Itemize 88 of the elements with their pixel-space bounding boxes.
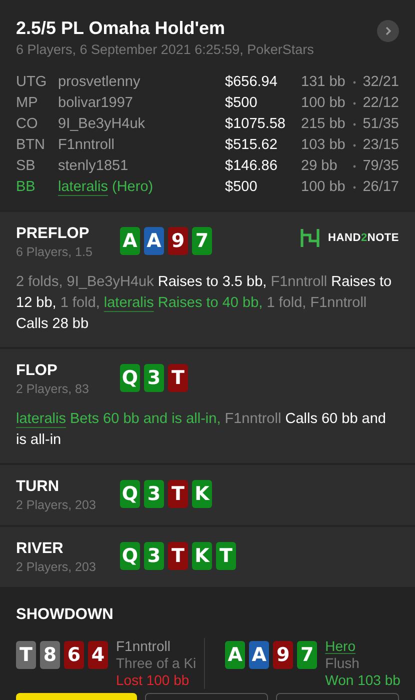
stack-amount: $515.62	[225, 136, 278, 155]
action-button[interactable]	[276, 693, 399, 700]
hand-subtitle: 6 Players, 6 September 2021 6:25:59, PokerStars	[16, 41, 314, 59]
position-label: SB	[16, 156, 36, 176]
playing-card: K	[192, 542, 212, 570]
street-info: 6 Players, 1.5	[16, 244, 94, 260]
street-title: PREFLOP	[16, 224, 90, 244]
playing-card: 4	[88, 641, 108, 670]
separator-dot-icon	[353, 165, 356, 168]
playing-card: A	[144, 227, 164, 255]
playing-card: 8	[40, 641, 60, 670]
street-title: RIVER	[16, 539, 64, 559]
stack-amount: $1075.58	[225, 114, 286, 134]
action-summary: lateralis Bets 60 bb and is all-in, F1nntroll Calls 60 bb and is all-in	[16, 410, 387, 450]
position-label: UTG	[16, 72, 48, 92]
playing-card: 3	[144, 542, 164, 570]
logo-icon	[300, 228, 320, 248]
hand-result: Lost 100 bb	[116, 672, 190, 690]
stack-amount: $656.94	[225, 72, 278, 92]
hand-rank: Three of a Ki	[116, 655, 196, 672]
playing-card: 3	[144, 364, 164, 392]
playing-card: T	[16, 641, 36, 670]
playing-card: A	[225, 641, 246, 670]
playing-card: K	[192, 480, 212, 508]
player-name: F1nntroll	[58, 136, 114, 155]
separator-dot-icon	[353, 186, 356, 189]
player-name: stenly1851	[58, 156, 128, 176]
stack-amount: $500	[225, 94, 258, 113]
hand-title: 2.5/5 PL Omaha Hold'em	[16, 17, 226, 40]
player-stats: 51/35	[362, 114, 399, 134]
street-title: FLOP	[16, 361, 58, 381]
stack-amount: $500	[225, 178, 258, 197]
playing-card: T	[216, 542, 236, 570]
position-label: BTN	[16, 136, 46, 155]
playing-card: 7	[297, 641, 318, 670]
playing-card: A	[249, 641, 270, 670]
separator-dot-icon	[353, 102, 356, 105]
position-label: MP	[16, 94, 39, 113]
stack-bb: 100 bb	[301, 178, 346, 197]
playing-card: 9	[273, 641, 294, 670]
player-link[interactable]: lateralis	[58, 176, 108, 198]
action-button[interactable]	[145, 693, 268, 700]
street-info: 2 Players, 83	[16, 381, 90, 397]
player-link[interactable]: lateralis	[104, 295, 154, 311]
playing-card: 3	[144, 480, 164, 508]
playing-card: 6	[64, 641, 84, 670]
hand-rank: Flush	[325, 655, 360, 672]
position-label: CO	[16, 114, 39, 134]
stack-amount: $146.86	[225, 156, 278, 176]
player-stats: 26/17	[362, 178, 399, 197]
player-stats: 79/35	[362, 156, 399, 176]
chevron-right-button[interactable]	[377, 20, 399, 42]
position-label: BB	[16, 178, 36, 197]
player-stats: 32/21	[362, 72, 399, 92]
player-stats: 22/12	[362, 94, 399, 113]
action-summary: 2 folds, 9I_Be3yH4uk Raises to 3.5 bb, F1nntroll Raises to 12 bb, 1 fold, lateralis Raises to 40 bb, 1 fold, F1nntroll Calls 28 bb	[16, 273, 393, 334]
player-name: F1nntroll	[116, 638, 170, 656]
street-info: 2 Players, 203	[16, 497, 97, 513]
playing-card: Q	[120, 480, 140, 508]
street-title: TURN	[16, 477, 60, 497]
playing-card: Q	[120, 542, 140, 570]
playing-card: T	[168, 480, 188, 508]
brand-logo-text: HAND2NOTE	[328, 230, 399, 246]
playing-card: Q	[120, 364, 140, 392]
playing-card: T	[168, 542, 188, 570]
separator-dot-icon	[353, 81, 356, 84]
player-name: 9I_Be3yH4uk	[58, 114, 146, 134]
stack-bb: 131 bb	[301, 72, 346, 92]
hero-tag: (Hero)	[108, 176, 154, 198]
stack-bb: 215 bb	[301, 114, 346, 134]
player-name: prosvetlenny	[58, 72, 140, 92]
hand-result: Won 103 bb	[325, 672, 400, 690]
playing-card: 7	[192, 227, 212, 255]
playing-card: T	[168, 364, 188, 392]
playing-card: 9	[168, 227, 188, 255]
stack-bb: 103 bb	[301, 136, 346, 155]
player-link[interactable]: Hero	[325, 638, 356, 656]
chevron-right-icon	[383, 26, 393, 36]
stack-bb: 29 bb	[301, 156, 338, 176]
showdown-title: SHOWDOWN	[16, 605, 114, 625]
separator-dot-icon	[353, 144, 356, 147]
player-stats: 23/15	[362, 136, 399, 155]
stack-bb: 100 bb	[301, 94, 346, 113]
separator-dot-icon	[353, 123, 356, 126]
player-name: bolivar1997	[58, 94, 133, 113]
player-link[interactable]: lateralis	[16, 411, 66, 427]
playing-card: A	[120, 227, 140, 255]
street-info: 2 Players, 203	[16, 559, 97, 575]
